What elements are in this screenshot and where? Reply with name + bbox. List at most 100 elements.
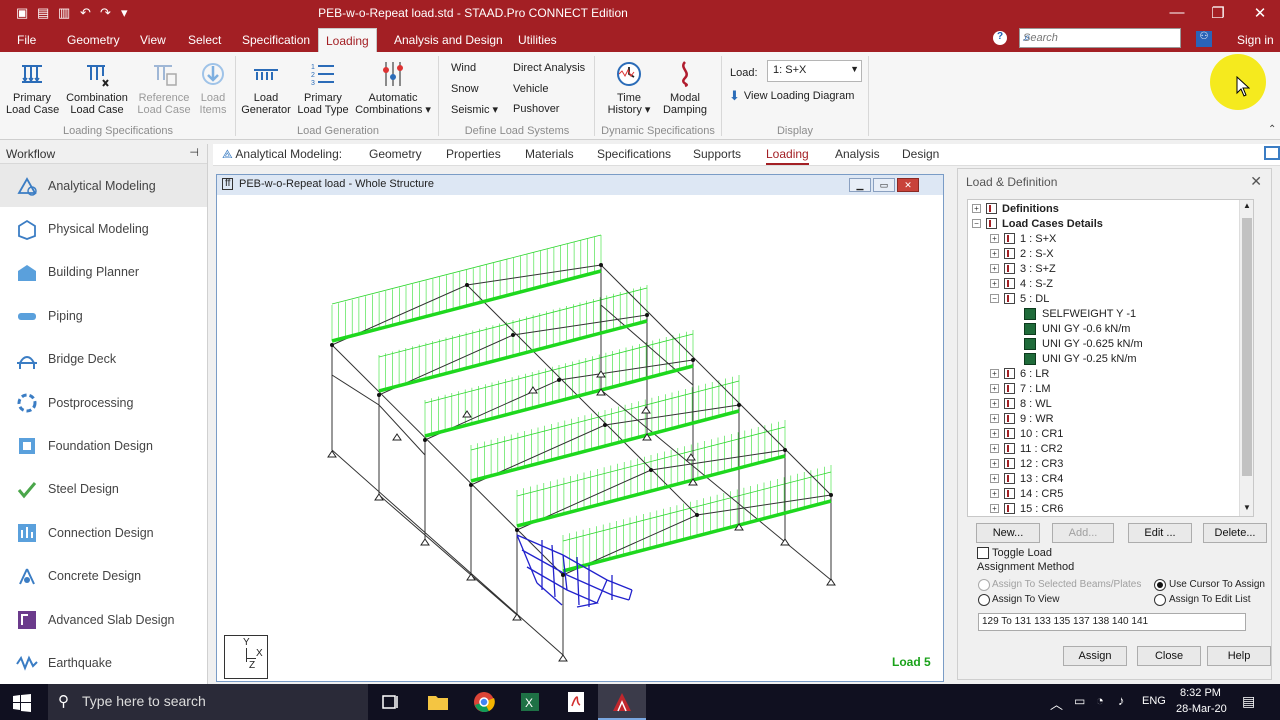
tray-chevron-icon[interactable]: ︿	[1050, 694, 1063, 713]
tree-load-case[interactable]: +9 : WR	[990, 411, 1054, 426]
expand-icon[interactable]: +	[972, 204, 981, 213]
workflow-analytical-modeling[interactable]: Analytical Modeling	[0, 164, 207, 208]
collapse-icon[interactable]: −	[990, 294, 999, 303]
vehicle-button[interactable]: Vehicle	[513, 83, 548, 95]
staad-taskbar-button[interactable]	[598, 684, 646, 720]
close-button[interactable]: Close	[1137, 646, 1201, 666]
assign-view-radio[interactable]	[978, 594, 990, 606]
sign-in-link[interactable]: Sign in	[1237, 33, 1274, 47]
workflow-bridge-deck[interactable]: Bridge Deck	[0, 338, 207, 381]
load-items-button[interactable]: Load Items	[196, 60, 230, 116]
direct-analysis-button[interactable]: Direct Analysis	[513, 62, 585, 74]
tab-geometry[interactable]: Geometry	[369, 147, 422, 161]
workflow-advanced-slab-design[interactable]: Advanced Slab Design	[0, 598, 207, 641]
menu-geometry[interactable]: Geometry	[67, 33, 120, 47]
member-list-input[interactable]: 129 To 131 133 135 137 138 140 141	[978, 613, 1246, 631]
tree-load-item[interactable]: SELFWEIGHT Y -1	[1024, 306, 1136, 321]
close-icon[interactable]: ✕	[1249, 4, 1271, 22]
clock-time[interactable]: 8:32 PM	[1180, 687, 1221, 699]
search-input[interactable]: Search ⌕	[1019, 28, 1181, 48]
tree-load-case[interactable]: +10 : CR1	[990, 426, 1063, 441]
toggle-load-checkbox[interactable]	[977, 547, 989, 559]
snow-button[interactable]: Snow	[451, 83, 479, 95]
viewport-restore-icon[interactable]: ▭	[873, 178, 895, 192]
expand-icon[interactable]: +	[990, 249, 999, 258]
expand-icon[interactable]: +	[990, 264, 999, 273]
task-view-icon[interactable]	[380, 691, 402, 713]
tab-supports[interactable]: Supports	[693, 147, 741, 161]
primary-load-case-button[interactable]: Primary Load Case	[6, 60, 59, 116]
tab-analysis[interactable]: Analysis	[835, 147, 880, 161]
excel-icon[interactable]: X	[519, 691, 541, 713]
structure-drawing[interactable]	[217, 195, 943, 681]
search-icon[interactable]: ⌕	[1023, 30, 1176, 45]
collapse-icon[interactable]: −	[972, 219, 981, 228]
tree-load-case[interactable]: +15 : CR6	[990, 501, 1063, 516]
expand-icon[interactable]: +	[990, 504, 999, 513]
chrome-icon[interactable]	[473, 691, 495, 713]
tree-load-case[interactable]: +12 : CR3	[990, 456, 1063, 471]
windows-start-icon[interactable]	[13, 694, 31, 712]
expand-icon[interactable]: +	[990, 459, 999, 468]
notifications-icon[interactable]: ▤	[1242, 693, 1255, 710]
load-generator-button[interactable]: Load Generator	[238, 60, 294, 116]
clock-date[interactable]: 28-Mar-20	[1176, 703, 1227, 715]
new-button[interactable]: New...	[976, 523, 1040, 543]
workflow-foundation-design[interactable]: Foundation Design	[0, 424, 207, 467]
tree-load-case[interactable]: +7 : LM	[990, 381, 1051, 396]
menu-specification[interactable]: Specification	[242, 33, 310, 47]
expand-icon[interactable]: +	[990, 489, 999, 498]
seismic-button[interactable]: Seismic ▾	[451, 103, 498, 116]
modal-damping-button[interactable]: Modal Damping	[660, 60, 710, 116]
tree-definitions[interactable]: + Definitions	[972, 201, 1059, 216]
pin-icon[interactable]: ⊣	[189, 146, 199, 159]
workflow-building-planner[interactable]: Building Planner	[0, 251, 207, 294]
tab-loading[interactable]: Loading	[766, 147, 809, 165]
user-icon[interactable]: ⚇	[1196, 31, 1212, 47]
workflow-piping[interactable]: Piping	[0, 294, 207, 337]
panel-close-icon[interactable]: ✕	[1250, 173, 1262, 190]
tab-properties[interactable]: Properties	[446, 147, 501, 161]
tree-scrollbar[interactable]: ▲ ▼	[1239, 200, 1253, 516]
add-button[interactable]: Add...	[1052, 523, 1114, 543]
wind-button[interactable]: Wind	[451, 62, 476, 74]
tree-load-case[interactable]: +14 : CR5	[990, 486, 1063, 501]
combination-load-case-button[interactable]: Combination Load Case	[64, 60, 130, 116]
viewport-close-icon[interactable]: ✕	[897, 178, 919, 192]
tree-load-case[interactable]: +1 : S+X	[990, 231, 1056, 246]
workflow-earthquake[interactable]: Earthquake	[0, 641, 207, 684]
tab-materials[interactable]: Materials	[525, 147, 574, 161]
help-icon[interactable]: ?	[993, 31, 1007, 45]
expand-icon[interactable]: +	[990, 234, 999, 243]
load-tree[interactable]: + Definitions − Load Cases Details +1 : S+…	[967, 199, 1254, 517]
expand-icon[interactable]: +	[990, 384, 999, 393]
battery-icon[interactable]: ▭	[1074, 694, 1085, 708]
workflow-physical-modeling[interactable]: Physical Modeling	[0, 207, 207, 250]
load-select-dropdown[interactable]: 1: S+X ▼	[767, 60, 862, 82]
tree-load-case[interactable]: +13 : CR4	[990, 471, 1063, 486]
volume-icon[interactable]: ♪	[1118, 693, 1125, 708]
tab-specifications[interactable]: Specifications	[597, 147, 671, 161]
menu-view[interactable]: View	[140, 33, 166, 47]
tree-load-cases-details[interactable]: − Load Cases Details	[972, 216, 1103, 231]
network-icon[interactable]: ◔	[1096, 693, 1104, 708]
tree-load-case[interactable]: − 5 : DL	[990, 291, 1049, 306]
minimize-icon[interactable]: —	[1166, 4, 1188, 21]
assign-edit-list-radio[interactable]	[1154, 594, 1166, 606]
view-loading-diagram-button[interactable]: ⬇ View Loading Diagram	[729, 88, 854, 104]
viewport-minimize-icon[interactable]: ▁	[849, 178, 871, 192]
expand-icon[interactable]: +	[990, 414, 999, 423]
panel-toggle-icon[interactable]	[1264, 146, 1280, 160]
menu-file[interactable]: File	[17, 33, 36, 47]
tree-load-case[interactable]: +6 : LR	[990, 366, 1049, 381]
assign-selected-radio[interactable]	[978, 579, 990, 591]
scrollbar-thumb[interactable]	[1242, 218, 1252, 476]
reference-load-case-button[interactable]: Reference Load Case	[136, 60, 192, 116]
workflow-concrete-design[interactable]: Concrete Design	[0, 555, 207, 598]
expand-icon[interactable]: +	[990, 429, 999, 438]
menu-analysis-design[interactable]: Analysis and Design	[394, 33, 503, 47]
pdf-icon[interactable]	[565, 691, 587, 713]
tree-load-case[interactable]: +3 : S+Z	[990, 261, 1056, 276]
help-button[interactable]: Help	[1207, 646, 1271, 666]
tree-load-item[interactable]: UNI GY -0.6 kN/m	[1024, 321, 1130, 336]
